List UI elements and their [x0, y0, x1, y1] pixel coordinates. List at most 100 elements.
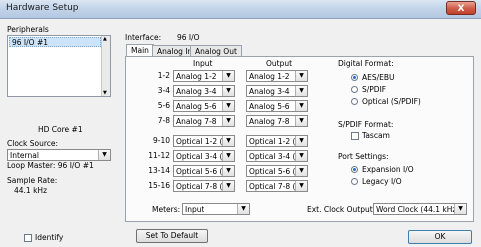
legacy-io-label: Legacy I/O — [362, 177, 402, 186]
channel-label: 9-10 — [152, 136, 170, 145]
channel-label: 3-4 — [157, 86, 170, 95]
sample-rate-value: 44.1 kHz — [14, 186, 48, 195]
chevron-down-icon[interactable]: ▼ — [295, 71, 307, 81]
title-bar: Hardware Setup X — [0, 0, 481, 19]
chevron-down-icon[interactable]: ▼ — [222, 71, 234, 81]
channel-label: 7-8 — [157, 116, 170, 125]
optical-spdif-label: Optical (S/PDIF) — [362, 97, 421, 106]
input-select[interactable]: Analog 7-8 ▼ — [173, 115, 235, 127]
output-value: Optical 7-8 (ADA — [249, 182, 296, 191]
identify-label: Identify — [35, 233, 64, 242]
output-value: Analog 1-2 — [249, 72, 290, 81]
tascam-checkbox[interactable] — [351, 132, 359, 140]
meters-select[interactable]: Input ▼ — [182, 203, 250, 215]
clock-source-value: Internal — [10, 151, 39, 160]
output-value: Analog 5-6 — [249, 102, 290, 111]
interface-value: 96 I/O — [177, 33, 200, 42]
expansion-io-label: Expansion I/O — [362, 165, 414, 174]
chevron-down-icon[interactable]: ▼ — [295, 136, 307, 146]
output-select[interactable]: Optical 1-2 (ADA▼ — [246, 135, 308, 147]
channel-label: 15-16 — [148, 181, 170, 190]
identify-checkbox[interactable] — [24, 234, 32, 242]
chevron-down-icon[interactable]: ▼ — [222, 151, 234, 161]
output-value: Optical 1-2 (ADA — [249, 137, 296, 146]
output-select[interactable]: Optical 5-6 (ADA▼ — [246, 165, 308, 177]
output-value: Analog 3-4 — [249, 87, 290, 96]
spdif-label: S/PDIF — [362, 85, 387, 94]
digital-format-label: Digital Format: — [338, 59, 394, 68]
chevron-down-icon[interactable]: ▼ — [295, 101, 307, 111]
scroll-up-icon[interactable]: ▲ — [103, 36, 107, 42]
scrollbar[interactable]: ▲ ▼ — [101, 36, 110, 96]
tab-analog-in-label: Analog In — [157, 47, 193, 56]
ext-clock-select[interactable]: Word Clock (44.1 kHz) ▼ — [373, 203, 467, 215]
chevron-down-icon[interactable]: ▼ — [222, 166, 234, 176]
input-select[interactable]: Optical 7-8 (ADA▼ — [173, 180, 235, 192]
radio-spdif[interactable] — [351, 86, 358, 93]
channel-label: 1-2 — [157, 71, 170, 80]
radio-optical-spdif[interactable] — [351, 98, 358, 105]
input-select[interactable]: Optical 3-4 (ADA▼ — [173, 150, 235, 162]
tab-main-label: Main — [131, 46, 149, 55]
peripherals-label: Peripherals — [7, 25, 49, 34]
chevron-down-icon[interactable]: ▼ — [237, 204, 249, 214]
chevron-down-icon[interactable]: ▼ — [222, 101, 234, 111]
output-select[interactable]: Analog 1-2 ▼ — [246, 70, 308, 82]
output-select[interactable]: Optical 3-4 (ADA▼ — [246, 150, 308, 162]
peripherals-list[interactable]: 96 I/O #1 ▲ ▼ — [7, 35, 111, 97]
input-value: Optical 3-4 (ADA — [176, 152, 223, 161]
input-value: Analog 3-4 — [176, 87, 217, 96]
output-select[interactable]: Optical 7-8 (ADA▼ — [246, 180, 308, 192]
input-select[interactable]: Analog 5-6 ▼ — [173, 100, 235, 112]
chevron-down-icon[interactable]: ▼ — [222, 116, 234, 126]
chevron-down-icon[interactable]: ▼ — [98, 150, 110, 160]
channel-label: 11-12 — [148, 151, 170, 160]
meters-label: Meters: — [152, 205, 181, 214]
chevron-down-icon[interactable]: ▼ — [222, 181, 234, 191]
input-column-header: Input — [193, 59, 213, 68]
loop-master-text: Loop Master: 96 I/O #1 — [7, 161, 94, 170]
radio-expansion-io[interactable] — [351, 166, 358, 173]
input-value: Analog 5-6 — [176, 102, 217, 111]
output-select[interactable]: Analog 5-6 ▼ — [246, 100, 308, 112]
chevron-down-icon[interactable]: ▼ — [222, 136, 234, 146]
input-value: Optical 5-6 (ADA — [176, 167, 223, 176]
chevron-down-icon[interactable]: ▼ — [222, 86, 234, 96]
input-select[interactable]: Analog 1-2 ▼ — [173, 70, 235, 82]
output-column-header: Output — [266, 59, 293, 68]
chevron-down-icon[interactable]: ▼ — [295, 116, 307, 126]
clock-source-label: Clock Source: — [7, 139, 59, 148]
output-select[interactable]: Analog 3-4 ▼ — [246, 85, 308, 97]
tascam-label: Tascam — [362, 131, 390, 140]
list-item[interactable]: 96 I/O #1 — [9, 37, 101, 47]
radio-legacy-io[interactable] — [351, 178, 358, 185]
ok-label: OK — [434, 232, 446, 241]
input-select[interactable]: Analog 3-4 ▼ — [173, 85, 235, 97]
input-value: Optical 7-8 (ADA — [176, 182, 223, 191]
channel-label: 5-6 — [157, 101, 170, 110]
close-button[interactable]: X — [446, 1, 476, 15]
chevron-down-icon[interactable]: ▼ — [295, 166, 307, 176]
chevron-down-icon[interactable]: ▼ — [295, 181, 307, 191]
set-to-default-button[interactable]: Set To Default — [136, 229, 208, 243]
scroll-down-icon[interactable]: ▼ — [103, 90, 107, 96]
input-select[interactable]: Optical 1-2 (ADA▼ — [173, 135, 235, 147]
channel-label: 13-14 — [148, 166, 170, 175]
input-value: Analog 1-2 — [176, 72, 217, 81]
chevron-down-icon[interactable]: ▼ — [454, 204, 466, 214]
radio-aes-ebu[interactable] — [351, 74, 358, 81]
clock-source-select[interactable]: Internal ▼ — [7, 149, 111, 161]
meters-value: Input — [185, 205, 205, 214]
output-value: Optical 3-4 (ADA — [249, 152, 296, 161]
chevron-down-icon[interactable]: ▼ — [295, 86, 307, 96]
chevron-down-icon[interactable]: ▼ — [295, 151, 307, 161]
input-select[interactable]: Optical 5-6 (ADA▼ — [173, 165, 235, 177]
output-select[interactable]: Analog 7-8 ▼ — [246, 115, 308, 127]
core-label: HD Core #1 — [38, 125, 83, 134]
ok-button[interactable]: OK — [408, 230, 472, 244]
ext-clock-label: Ext. Clock Output: — [307, 205, 376, 214]
interface-label: Interface: — [125, 33, 162, 42]
peripheral-item-label: 96 I/O #1 — [12, 38, 49, 47]
set-to-default-label: Set To Default — [145, 231, 199, 240]
output-value: Analog 7-8 — [249, 117, 290, 126]
